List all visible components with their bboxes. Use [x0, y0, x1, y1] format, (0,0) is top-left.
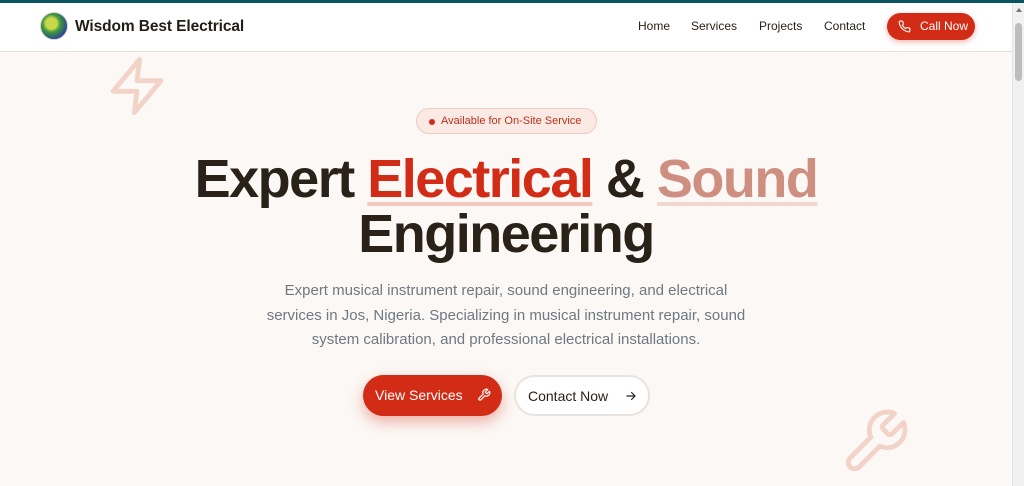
nav-projects-link[interactable]: Projects [759, 19, 802, 33]
nav-contact-link[interactable]: Contact [824, 19, 865, 33]
contact-now-button[interactable]: Contact Now [514, 375, 650, 416]
view-services-label: View Services [375, 387, 463, 403]
lightning-bolt-icon [110, 56, 164, 116]
availability-badge-text: Available for On-Site Service [441, 115, 582, 127]
wrench-icon [478, 388, 491, 401]
brand-name[interactable]: Wisdom Best Electrical [75, 18, 244, 36]
availability-badge: Available for On-Site Service [416, 108, 597, 134]
hero-title-electrical: Electrical [367, 149, 594, 209]
scrollbar-thumb[interactable] [1015, 23, 1022, 81]
hero-title-expert: Expert [194, 149, 356, 209]
scroll-up-arrow-icon[interactable] [1016, 8, 1022, 12]
page-scrollbar[interactable] [1012, 3, 1024, 486]
arrow-right-icon [626, 391, 636, 401]
hero-title-ampersand: & [605, 149, 645, 209]
nav-home-link[interactable]: Home [638, 19, 670, 33]
call-now-button[interactable]: Call Now [887, 13, 975, 40]
logo-globe-icon[interactable] [40, 12, 68, 40]
hero-title-line-2: Engineering [358, 204, 655, 264]
hero-title-sound: Sound [656, 149, 819, 209]
phone-icon [898, 20, 911, 33]
site-header: Wisdom Best Electrical Home Services Pro… [0, 3, 1012, 52]
view-services-button[interactable]: View Services [363, 375, 502, 416]
hero-description: Expert musical instrument repair, sound … [266, 282, 746, 348]
hero-title-line-1: Expert Electrical & Sound [0, 151, 1012, 207]
contact-now-label: Contact Now [528, 388, 609, 404]
wrench-decoration-icon [845, 409, 908, 472]
status-dot-icon [429, 119, 435, 125]
nav-services-link[interactable]: Services [691, 19, 737, 33]
call-now-label: Call Now [920, 19, 969, 33]
